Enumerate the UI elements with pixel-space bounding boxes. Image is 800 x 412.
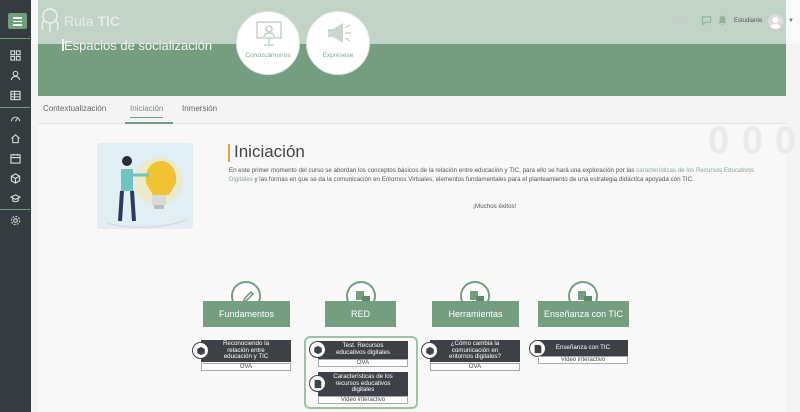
box-icon bbox=[309, 341, 326, 358]
document-icon bbox=[529, 340, 546, 357]
settings-icon[interactable] bbox=[10, 215, 21, 226]
home-icon[interactable] bbox=[10, 133, 21, 144]
category-herramientas[interactable]: Herramientas bbox=[432, 301, 519, 327]
grid-icon[interactable] bbox=[10, 50, 21, 61]
item-type: Video interactivo bbox=[318, 396, 408, 404]
bubble-expresese[interactable]: Exprésese bbox=[306, 11, 370, 75]
document-icon bbox=[309, 375, 326, 392]
section-title: Iniciación bbox=[234, 142, 305, 161]
section-intro: En este primer momento del curso se abor… bbox=[229, 167, 755, 183]
bubble-conozcamonos[interactable]: Conozcámonos bbox=[236, 11, 300, 75]
bell-icon[interactable] bbox=[717, 15, 728, 26]
tab-iniciacion[interactable]: Iniciación bbox=[130, 104, 164, 118]
dashboard-icon[interactable] bbox=[10, 113, 21, 124]
user-search-icon[interactable] bbox=[10, 70, 21, 81]
graduation-cap-icon[interactable] bbox=[10, 193, 21, 204]
cheer-text: ¡Muchos éxitos! bbox=[473, 203, 517, 210]
category-red[interactable]: RED bbox=[325, 301, 396, 327]
item-type: OVA bbox=[201, 363, 291, 371]
megaphone-icon bbox=[328, 23, 351, 43]
tab-contextualizacion[interactable]: Contextualización bbox=[43, 104, 106, 117]
chevron-down-icon[interactable]: ▼ bbox=[788, 18, 794, 24]
sidebar bbox=[0, 0, 31, 412]
chat-icon[interactable] bbox=[701, 15, 712, 26]
presentation-icon bbox=[256, 21, 282, 46]
lightbulb-illustration bbox=[97, 143, 193, 229]
user-name[interactable]: Estudiante bbox=[734, 18, 762, 24]
box-icon bbox=[192, 342, 209, 359]
item-type: Video interactivo bbox=[538, 356, 628, 364]
avatar[interactable] bbox=[768, 14, 783, 29]
category-ensenanza[interactable]: Enseñanza con TIC bbox=[538, 301, 629, 327]
page-title: Espacios de socialización bbox=[64, 38, 213, 53]
category-fundamentos[interactable]: Fundamentos bbox=[203, 301, 290, 327]
search-icon[interactable] bbox=[677, 15, 688, 26]
hamburger-menu-button[interactable] bbox=[8, 13, 27, 29]
calendar-icon[interactable] bbox=[10, 153, 21, 164]
box-icon[interactable] bbox=[10, 173, 21, 184]
table-icon[interactable] bbox=[10, 90, 21, 101]
box-icon bbox=[421, 342, 438, 359]
logo-text: Ruta TIC bbox=[64, 13, 121, 29]
item-type: OVA bbox=[318, 359, 408, 367]
tab-inmersion[interactable]: Inmersión bbox=[182, 104, 217, 117]
item-type: OVA bbox=[430, 363, 520, 371]
